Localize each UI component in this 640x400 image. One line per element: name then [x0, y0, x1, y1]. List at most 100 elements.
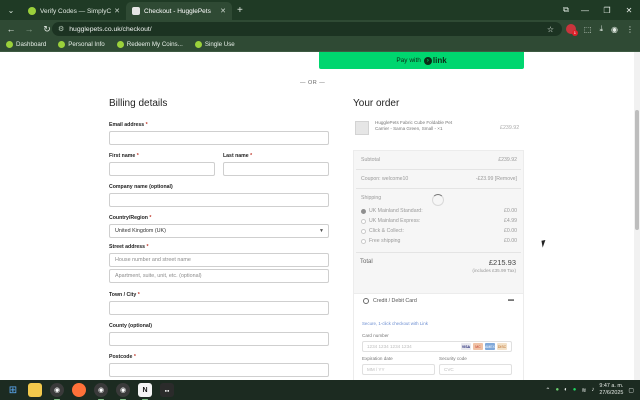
email-field[interactable] — [109, 131, 329, 145]
county-field[interactable] — [109, 332, 329, 346]
postcode-field[interactable] — [109, 363, 329, 377]
volume-icon[interactable]: ♪ — [591, 387, 594, 393]
mouse-cursor-icon — [541, 239, 551, 248]
expiry-label: Expiration date — [362, 356, 393, 361]
street-label: Street address * — [109, 244, 149, 250]
file-explorer-icon[interactable] — [28, 383, 42, 397]
tray-app-icon[interactable]: ● — [555, 387, 559, 393]
chrome-alt-icon[interactable]: ◉ — [116, 383, 130, 400]
menu-kebab-icon[interactable]: ⋮ — [626, 25, 634, 34]
firefox-icon[interactable] — [72, 383, 86, 397]
wifi-icon[interactable]: ≋ — [581, 387, 586, 394]
shipping-radio-free[interactable] — [361, 239, 366, 244]
street-address-field[interactable]: House number and street name — [109, 253, 329, 267]
discover-logo: DISC — [497, 343, 507, 350]
url-text: hugglepets.co.uk/checkout/ — [69, 25, 152, 33]
town-field[interactable] — [109, 301, 329, 315]
profile-icon[interactable]: ⧉ — [558, 5, 574, 15]
bookmark-icon — [116, 41, 124, 48]
site-info-icon[interactable]: ⚙ — [58, 25, 64, 33]
notifications-icon[interactable]: ▢ — [628, 387, 634, 394]
chevron-down-icon: ▼ — [319, 228, 324, 234]
close-tab-icon[interactable]: ✕ — [220, 7, 226, 15]
secure-link-note[interactable]: Secure, 1-click checkout with Link — [362, 321, 428, 326]
new-tab-icon[interactable]: + — [237, 5, 243, 16]
shipping-option-label: Free shipping — [369, 238, 401, 244]
close-tab-icon[interactable]: ✕ — [114, 7, 120, 15]
tray-chevron-icon[interactable]: ⌃ — [545, 387, 550, 394]
total-value: £215.93 — [488, 258, 516, 267]
mastercard-logo: MC — [473, 343, 483, 350]
subtotal-value: £239.92 — [498, 157, 517, 163]
divider — [356, 188, 521, 189]
pay-with-label: Pay with — [396, 57, 421, 64]
tray-spotify-icon[interactable]: ● — [573, 387, 577, 393]
bookmark-dashboard[interactable]: Dashboard — [6, 41, 46, 48]
shipping-radio-standard[interactable] — [361, 209, 366, 214]
product-thumbnail — [355, 121, 369, 135]
pay-with-link-button[interactable]: Pay with › link — [319, 52, 524, 69]
account-avatar-icon[interactable]: ◉ — [611, 25, 618, 34]
divider — [356, 169, 521, 170]
card-number-label: Card number — [362, 333, 389, 338]
shipping-option-price: £4.99 — [504, 218, 517, 224]
postcode-label: Postcode * — [109, 354, 136, 360]
back-icon[interactable]: ← — [4, 24, 18, 34]
notion-icon[interactable]: N — [138, 383, 152, 400]
page-scrollbar[interactable] — [634, 52, 640, 380]
expiry-field[interactable]: MM / YY — [362, 364, 435, 375]
minimize-icon[interactable]: — — [574, 6, 596, 15]
link-arrow-icon: › — [423, 56, 432, 65]
forward-icon[interactable]: → — [22, 24, 36, 34]
subtotal-label: Subtotal — [361, 157, 381, 163]
coupon-value[interactable]: -£23.99 [Remove] — [450, 176, 517, 182]
tab-checkout[interactable]: Checkout - HugglePets ✕ — [126, 2, 232, 20]
divider — [356, 252, 521, 253]
chrome-icon[interactable]: ◉ — [50, 383, 64, 400]
browser-toolbar: ← → ↻ ⚙ hugglepets.co.uk/checkout/ ☆ 1 ⬚… — [0, 20, 640, 38]
shipping-radio-click-collect[interactable] — [361, 229, 366, 234]
loading-spinner-icon — [432, 194, 444, 206]
payment-radio[interactable] — [363, 298, 369, 304]
street-address-2-field[interactable]: Apartment, suite, unit, etc. (optional) — [109, 269, 329, 283]
cvc-field[interactable]: CVC — [439, 364, 512, 375]
extensions-puzzle-icon[interactable]: ⬚ — [584, 25, 592, 34]
bookmark-single-use[interactable]: Single Use — [194, 41, 235, 48]
tab-search-icon[interactable]: ⌄ — [4, 3, 18, 17]
company-field[interactable] — [109, 193, 329, 207]
hugglepets-favicon-icon — [132, 7, 140, 15]
cvc-label: Security code — [439, 356, 467, 361]
county-label: County (optional) — [109, 323, 152, 329]
scrollbar-thumb[interactable] — [635, 110, 639, 230]
last-name-field[interactable] — [223, 162, 329, 176]
downloads-icon[interactable]: ⤓ — [599, 24, 603, 34]
payment-method-card[interactable]: Credit / Debit Card — [363, 298, 417, 304]
shipping-radio-express[interactable] — [361, 219, 366, 224]
tab-title: Checkout - HugglePets — [144, 7, 211, 15]
clock[interactable]: 9:47 a. m. 27/6/2025 — [599, 383, 623, 397]
tab-verify-codes[interactable]: Verify Codes — SimplyCodes ✕ — [22, 2, 126, 20]
shipping-option-label: UK Mainland Standard: — [369, 208, 423, 214]
link-brand-text: link — [432, 56, 447, 65]
windows-start-icon[interactable]: ⊞ — [6, 383, 20, 397]
bookmark-star-icon[interactable]: ☆ — [547, 25, 554, 34]
address-bar[interactable]: ⚙ hugglepets.co.uk/checkout/ ☆ — [52, 22, 562, 36]
extension-badge-icon[interactable]: 1 — [565, 24, 578, 36]
bookmark-personal-info[interactable]: Personal Info — [58, 41, 105, 48]
country-select[interactable]: United Kingdom (UK) ▼ — [109, 224, 329, 238]
tab-title: Verify Codes — SimplyCodes — [40, 7, 112, 15]
link-logo: › link — [423, 56, 447, 65]
bookmark-redeem-coins[interactable]: Redeem My Coins... — [116, 41, 183, 48]
close-window-icon[interactable]: ✕ — [618, 6, 640, 15]
coupon-label: Coupon: welcome10 — [361, 176, 409, 182]
maximize-icon[interactable]: ❐ — [596, 6, 618, 15]
chrome-profile-icon[interactable]: ◉ — [94, 383, 108, 400]
bookmark-icon — [6, 41, 13, 48]
payment-method-label: Credit / Debit Card — [373, 298, 417, 304]
country-value: United Kingdom (UK) — [115, 228, 166, 234]
toolbar-extensions: 1 ⬚ ⤓ ◉ ⋮ — [565, 20, 634, 38]
visa-logo: VISA — [461, 343, 471, 350]
first-name-field[interactable] — [109, 162, 215, 176]
app-icon[interactable]: ●● — [160, 383, 174, 397]
tray-shield-icon[interactable]: ◐ — [564, 387, 568, 393]
